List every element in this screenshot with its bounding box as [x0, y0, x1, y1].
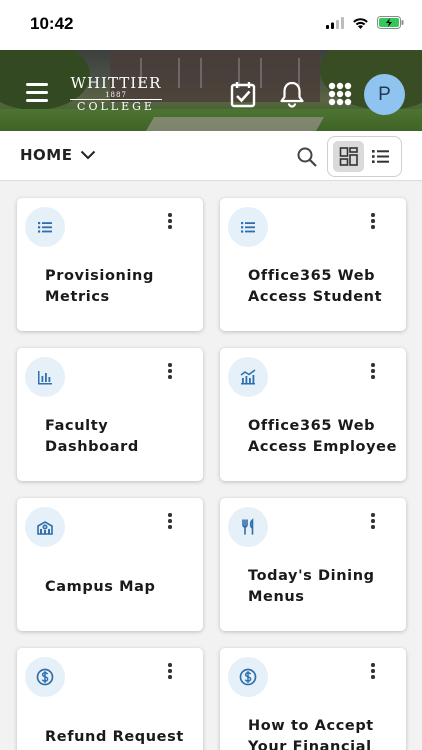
card-icon-badge — [228, 357, 268, 397]
bar-chart-line-icon — [240, 369, 256, 385]
app-card[interactable]: Faculty Dashboard — [17, 348, 203, 481]
search-icon[interactable] — [296, 146, 318, 168]
more-options-icon[interactable] — [368, 213, 378, 233]
logo-line-3: COLLEGE — [70, 99, 162, 112]
battery-charging-icon — [377, 16, 404, 29]
list-view-button[interactable] — [365, 141, 396, 172]
card-icon-badge — [25, 657, 65, 697]
header-banner — [0, 50, 422, 131]
apps-grid-icon[interactable] — [327, 80, 353, 108]
chevron-down-icon — [81, 150, 96, 160]
whittier-college-logo[interactable]: WHITTIER 1887 COLLEGE — [70, 76, 162, 112]
card-icon-badge — [25, 507, 65, 547]
card-title: Office365 Web Access Student — [248, 268, 383, 305]
banner-overlay — [0, 50, 422, 131]
view-toggle — [327, 136, 402, 177]
fork-knife-icon — [242, 518, 254, 535]
list-view-icon — [372, 150, 389, 163]
list-icon — [38, 222, 52, 233]
card-title: Campus Map — [45, 579, 156, 595]
campus-building-icon — [37, 521, 53, 535]
card-title: Today's Dining Menus — [248, 568, 375, 605]
logo-line-2: 1887 — [105, 91, 127, 99]
card-title: Refund Request — [45, 729, 184, 745]
card-icon-badge — [228, 507, 268, 547]
app-card[interactable]: Campus Map — [17, 498, 203, 631]
card-icon-badge — [25, 207, 65, 247]
grid-view-button[interactable] — [333, 141, 364, 172]
bell-icon[interactable] — [279, 80, 305, 108]
cellular-signal-icon — [326, 16, 344, 29]
calendar-check-icon[interactable] — [230, 80, 256, 108]
more-options-icon[interactable] — [368, 513, 378, 533]
bar-chart-icon — [38, 371, 52, 385]
card-icon-badge — [228, 207, 268, 247]
dollar-icon — [239, 668, 257, 686]
app-card[interactable]: Refund Request — [17, 648, 203, 750]
list-icon — [241, 222, 255, 233]
status-bar: 10:42 — [0, 0, 422, 50]
more-options-icon[interactable] — [368, 663, 378, 683]
more-options-icon[interactable] — [165, 213, 175, 233]
home-dropdown-label: HOME — [20, 146, 73, 164]
app-card[interactable]: Office365 Web Access Employee — [220, 348, 406, 481]
wifi-icon — [353, 17, 368, 29]
grid-view-icon — [339, 147, 358, 166]
app-card[interactable]: Today's Dining Menus — [220, 498, 406, 631]
card-title: Office365 Web Access Employee — [248, 418, 398, 455]
card-title: Faculty Dashboard — [45, 418, 139, 455]
more-options-icon[interactable] — [368, 363, 378, 383]
more-options-icon[interactable] — [165, 513, 175, 533]
card-icon-badge — [25, 357, 65, 397]
home-dropdown[interactable]: HOME — [20, 146, 96, 164]
status-icons — [326, 16, 404, 29]
app-card[interactable]: Office365 Web Access Student — [220, 198, 406, 331]
logo-line-1: WHITTIER — [70, 74, 162, 92]
more-options-icon[interactable] — [165, 363, 175, 383]
app-card[interactable]: How to Accept Your Financial — [220, 648, 406, 750]
more-options-icon[interactable] — [165, 663, 175, 683]
card-title: How to Accept Your Financial — [248, 718, 374, 750]
menu-hamburger-icon[interactable] — [26, 83, 48, 103]
app-card[interactable]: Provisioning Metrics — [17, 198, 203, 331]
card-title: Provisioning Metrics — [45, 268, 154, 305]
status-time: 10:42 — [30, 14, 74, 33]
card-icon-badge — [228, 657, 268, 697]
user-avatar[interactable]: P — [364, 74, 405, 115]
dollar-icon — [36, 668, 54, 686]
